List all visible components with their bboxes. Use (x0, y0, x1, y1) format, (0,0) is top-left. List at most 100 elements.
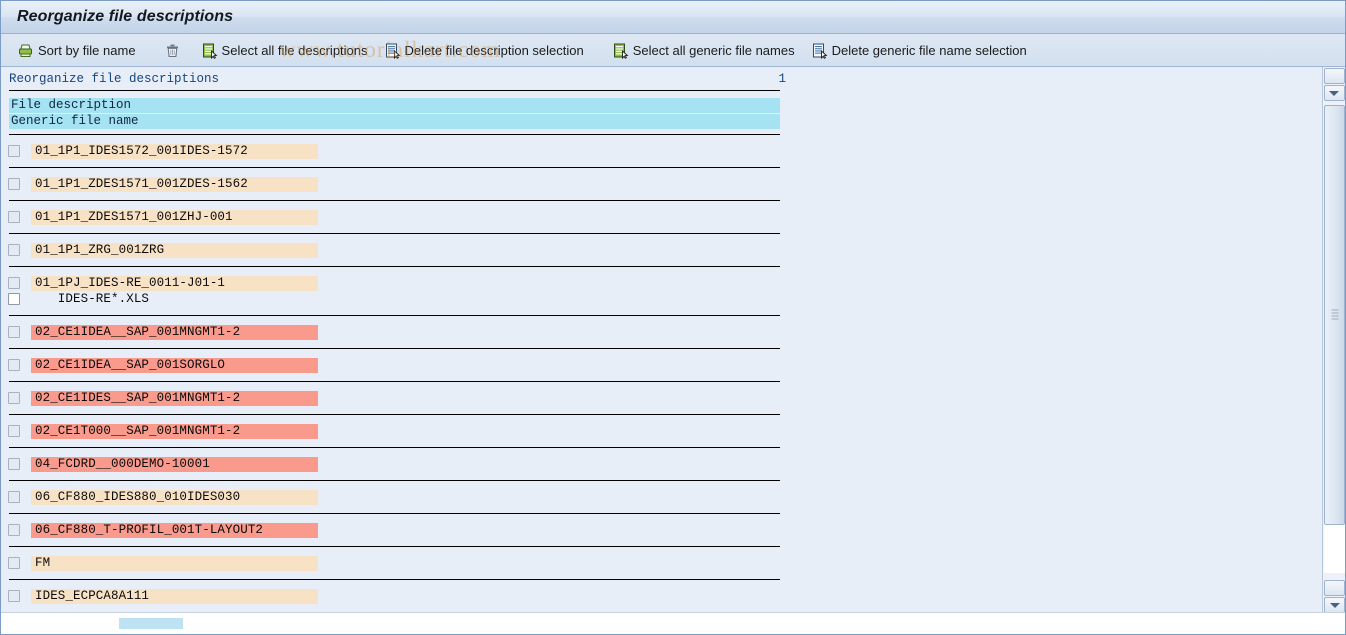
row-spacer-bottom (1, 538, 1324, 546)
file-description-checkbox[interactable] (8, 211, 20, 223)
scrollbar-track[interactable] (1324, 105, 1345, 573)
row-spacer (1, 135, 1324, 143)
scrollbar-bottom-buttons (1323, 579, 1345, 613)
scrollbar-thumb[interactable] (1324, 105, 1345, 525)
delete-generic-file-name-selection-button[interactable]: Delete generic file name selection (803, 37, 1035, 63)
scroll-down-button[interactable] (1324, 597, 1345, 613)
status-bar (1, 612, 1345, 634)
file-description-checkbox[interactable] (8, 359, 20, 371)
file-description-text[interactable]: 02_CE1IDEA__SAP_001MNGMT1-2 (31, 324, 318, 340)
report-output-area: Reorganize file descriptions 1 File desc… (1, 68, 1324, 613)
application-toolbar: Sort by file name Select all file descri… (1, 34, 1345, 67)
file-description-text[interactable]: 02_CE1T000__SAP_001MNGMT1-2 (31, 423, 318, 439)
chevron-down-icon-bottom (1329, 602, 1340, 608)
file-description-list: 01_1P1_IDES1572_001IDES-1572 01_1P1_ZDES1… (1, 135, 1324, 613)
delete-description-selection-icon (384, 42, 401, 59)
select-all-descriptions-icon (201, 42, 218, 59)
row-spacer (1, 547, 1324, 555)
table-row: 04_FCDRD__000DEMO-10001 (1, 448, 1324, 481)
select-all-generic-icon (612, 42, 629, 59)
row-spacer-bottom (1, 340, 1324, 348)
row-spacer-bottom (1, 406, 1324, 414)
table-row: 01_1P1_ZRG_001ZRG (1, 234, 1324, 267)
file-description-line: 01_1P1_ZRG_001ZRG (1, 242, 1324, 258)
file-description-checkbox[interactable] (8, 524, 20, 536)
row-spacer (1, 415, 1324, 423)
column-header-block: File description Generic file name (9, 98, 780, 135)
window-titlebar: Reorganize file descriptions (1, 1, 1345, 34)
file-description-line: 02_CE1IDEA__SAP_001SORGLO (1, 357, 1324, 373)
file-description-line: 02_CE1IDEA__SAP_001MNGMT1-2 (1, 324, 1324, 340)
file-description-checkbox[interactable] (8, 491, 20, 503)
file-description-checkbox[interactable] (8, 458, 20, 470)
report-page-number: 1 (778, 72, 786, 86)
scroll-up-button[interactable] (1323, 68, 1345, 84)
file-description-checkbox[interactable] (8, 326, 20, 338)
row-spacer-bottom (1, 192, 1324, 200)
file-description-checkbox[interactable] (8, 277, 20, 289)
file-description-line: 02_CE1T000__SAP_001MNGMT1-2 (1, 423, 1324, 439)
row-spacer (1, 201, 1324, 209)
file-description-checkbox[interactable] (8, 178, 20, 190)
delete-button[interactable] (156, 37, 193, 63)
status-bar-chip (119, 618, 183, 629)
generic-file-name-checkbox[interactable] (8, 293, 20, 305)
scroll-down-button-top[interactable] (1323, 85, 1345, 101)
file-description-text[interactable]: 01_1P1_ZDES1571_001ZDES-1562 (31, 176, 318, 192)
toolbar-gap-2 (592, 50, 604, 51)
report-content: Reorganize file descriptions 1 File desc… (1, 68, 1324, 613)
generic-file-name-line: IDES-RE*.XLS (1, 291, 1324, 307)
row-spacer (1, 267, 1324, 275)
file-description-text[interactable]: 02_CE1IDEA__SAP_001SORGLO (31, 357, 318, 373)
file-description-text[interactable]: 02_CE1IDES__SAP_001MNGMT1-2 (31, 390, 318, 406)
file-description-checkbox[interactable] (8, 145, 20, 157)
column-header-file-description: File description (9, 98, 780, 113)
table-row: FM (1, 547, 1324, 580)
file-description-text[interactable]: 01_1P1_ZRG_001ZRG (31, 242, 318, 258)
table-row: 02_CE1IDES__SAP_001MNGMT1-2 (1, 382, 1324, 415)
sort-by-file-name-button[interactable]: Sort by file name (9, 37, 144, 63)
file-description-text[interactable]: IDES_ECPCA8A111 (31, 588, 318, 604)
row-spacer-bottom (1, 505, 1324, 513)
trash-icon (164, 42, 181, 59)
file-description-text[interactable]: FM (31, 555, 318, 571)
window-title: Reorganize file descriptions (17, 8, 234, 25)
row-spacer (1, 580, 1324, 588)
file-description-text[interactable]: 01_1P1_ZDES1571_001ZHJ-001 (31, 209, 318, 225)
table-row: 01_1P1_ZDES1571_001ZHJ-001 (1, 201, 1324, 234)
select-all-file-descriptions-button[interactable]: Select all file descriptions (193, 37, 376, 63)
file-description-text[interactable]: 06_CF880_T-PROFIL_001T-LAYOUT2 (31, 522, 318, 538)
table-row: 01_1P1_IDES1572_001IDES-1572 (1, 135, 1324, 168)
file-description-text[interactable]: 01_1P1_IDES1572_001IDES-1572 (31, 143, 318, 159)
file-description-checkbox[interactable] (8, 557, 20, 569)
report-header-rule (9, 90, 780, 91)
select-all-generic-file-names-button[interactable]: Select all generic file names (604, 37, 803, 63)
file-description-checkbox[interactable] (8, 392, 20, 404)
scroll-up-button-bottom[interactable] (1324, 580, 1345, 596)
file-description-line: FM (1, 555, 1324, 571)
table-row: 01_1P1_ZDES1571_001ZDES-1562 (1, 168, 1324, 201)
sort-printer-icon (17, 42, 34, 59)
row-spacer (1, 514, 1324, 522)
file-description-checkbox[interactable] (8, 590, 20, 602)
row-spacer (1, 316, 1324, 324)
row-spacer (1, 349, 1324, 357)
toolbar-gap-1 (144, 50, 156, 51)
vertical-scrollbar[interactable] (1322, 67, 1345, 613)
table-row: 02_CE1T000__SAP_001MNGMT1-2 (1, 415, 1324, 448)
file-description-text[interactable]: 04_FCDRD__000DEMO-10001 (31, 456, 318, 472)
table-row: 02_CE1IDEA__SAP_001SORGLO (1, 349, 1324, 382)
file-description-text[interactable]: 01_1PJ_IDES-RE_0011-J01-1 (31, 275, 318, 291)
delete-file-description-selection-button[interactable]: Delete file description selection (376, 37, 592, 63)
file-description-checkbox[interactable] (8, 425, 20, 437)
sort-by-file-name-label: Sort by file name (38, 42, 136, 58)
generic-file-name-text[interactable]: IDES-RE*.XLS (31, 292, 318, 307)
report-header-line: Reorganize file descriptions 1 (9, 68, 788, 90)
delete-file-description-selection-label: Delete file description selection (404, 42, 584, 58)
row-spacer-bottom (1, 307, 1324, 315)
file-description-line: 01_1P1_IDES1572_001IDES-1572 (1, 143, 1324, 159)
table-row: 01_1PJ_IDES-RE_0011-J01-1 IDES-RE*.XLS (1, 267, 1324, 316)
file-description-line: 01_1P1_ZDES1571_001ZHJ-001 (1, 209, 1324, 225)
file-description-text[interactable]: 06_CF880_IDES880_010IDES030 (31, 489, 318, 505)
file-description-checkbox[interactable] (8, 244, 20, 256)
